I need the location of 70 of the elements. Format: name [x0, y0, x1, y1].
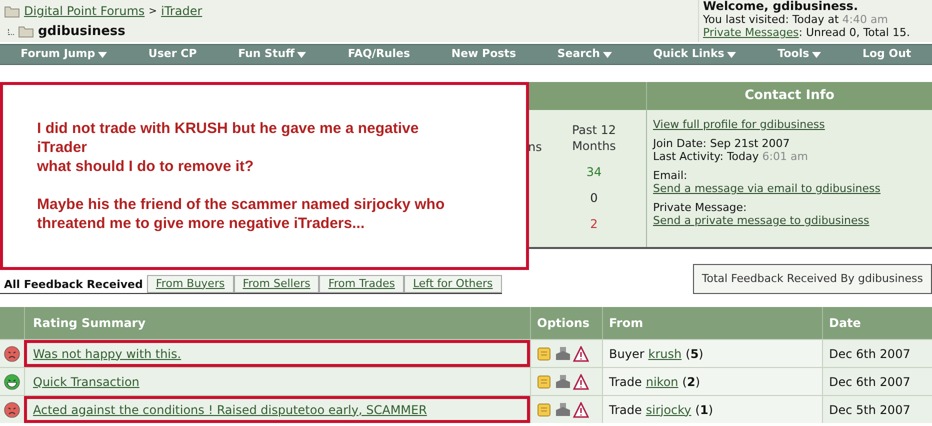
nav-menu-item[interactable]: New Posts — [451, 46, 516, 63]
role-text: Trade — [609, 402, 642, 418]
last-visited-text: You last visited: Today at 4:40 am — [703, 13, 889, 26]
nav-menu-item[interactable]: User CP — [148, 46, 197, 63]
user-link[interactable]: nikon — [646, 372, 678, 390]
printer-icon[interactable] — [555, 402, 571, 418]
warning-icon[interactable] — [573, 402, 589, 418]
annotation-text: what should I do to remove it? — [37, 157, 254, 176]
nav-menu-item[interactable]: Search — [557, 46, 612, 63]
nav-menu-item[interactable]: Log Out — [862, 46, 912, 63]
private-message-link[interactable]: Send a private message to gdibusiness — [653, 214, 870, 227]
join-date-text: Join Date: Sep 21st 2007 — [653, 137, 791, 150]
breadcrumb-link[interactable]: iTrader — [161, 2, 202, 20]
stats-value: 34 — [586, 164, 602, 180]
column-header: Past 12 Months — [570, 122, 618, 154]
user-link[interactable]: krush — [648, 344, 682, 362]
rating-summary-link[interactable]: Quick Transaction — [33, 372, 140, 390]
breadcrumb-link[interactable]: Digital Point Forums — [24, 2, 145, 20]
feedback-count: (2) — [682, 374, 700, 390]
user-link[interactable]: sirjocky — [646, 400, 692, 418]
caret-icon — [98, 52, 108, 58]
breadcrumb-separator: > — [148, 4, 158, 18]
nav-menu-item[interactable]: FAQ/Rules — [348, 46, 410, 63]
annotation-text: Maybe his the friend of the scammer named sirjocky who — [37, 195, 445, 214]
private-message-label: Private Message: — [653, 201, 748, 214]
nav-menu-item[interactable]: Fun Stuff — [238, 46, 306, 63]
annotation-text: threatend me to give more negative iTraders... — [37, 214, 365, 233]
role-text: Buyer — [609, 346, 644, 362]
contact-header: Contact Info — [647, 82, 932, 110]
stats-value: 0 — [590, 190, 598, 206]
folder-icon — [4, 4, 20, 18]
welcome-text: Welcome, gdibusiness. — [703, 0, 860, 13]
feedback-tab[interactable]: From Sellers — [234, 274, 320, 293]
feedback-tab[interactable]: Left for Others — [404, 274, 502, 293]
role-text: Trade — [609, 374, 642, 390]
folder-icon — [18, 25, 34, 38]
caret-icon — [727, 52, 736, 58]
message-count-text: : Unread 0, Total 15. — [798, 26, 910, 39]
nav-menu-item[interactable]: Tools — [778, 46, 822, 63]
printer-icon[interactable] — [555, 374, 571, 390]
nav-menu-item[interactable]: Forum Jump — [20, 46, 108, 63]
private-messages-link[interactable]: Private Messages — [703, 26, 799, 39]
printer-icon[interactable] — [555, 346, 571, 362]
note-icon[interactable] — [537, 374, 553, 390]
annotation-text: I did not trade with KRUSH but he gave me a negative — [37, 119, 419, 138]
page-title: gdibusiness — [38, 23, 126, 41]
warning-icon[interactable] — [573, 346, 589, 362]
feedback-count: (5) — [686, 346, 704, 362]
email-label: Email: — [653, 169, 688, 182]
feedback-count: (1) — [695, 402, 714, 418]
stats-value: 2 — [590, 216, 598, 232]
rating-summary-link[interactable]: Was not happy with this. — [33, 344, 182, 362]
caret-icon — [812, 52, 822, 58]
caret-icon — [602, 52, 612, 58]
date-cell: Dec 5th 2007 — [822, 396, 932, 423]
last-activity-text: Last Activity: Today 6:01 am — [653, 150, 809, 163]
note-icon[interactable] — [537, 402, 553, 418]
rating-summary-link[interactable]: Acted against the conditions ! Raised disputetoo early, SCAMMER — [33, 400, 427, 418]
note-icon[interactable] — [537, 346, 553, 362]
profile-link[interactable]: View full profile for gdibusiness — [653, 118, 825, 131]
nav-menu-item[interactable]: Quick Links — [653, 46, 736, 63]
total-feedback-box: Total Feedback Received By gdibusiness — [692, 264, 932, 294]
warning-icon[interactable] — [573, 374, 589, 390]
feedback-tab[interactable]: All Feedback Received — [0, 276, 147, 293]
feedback-tab[interactable]: From Buyers — [146, 274, 234, 293]
column-header: ns — [528, 139, 542, 156]
annotation-text: iTrader — [37, 138, 88, 157]
caret-icon — [297, 52, 306, 58]
feedback-tab[interactable]: From Trades — [319, 274, 404, 293]
email-link[interactable]: Send a message via email to gdibusiness — [653, 182, 881, 195]
